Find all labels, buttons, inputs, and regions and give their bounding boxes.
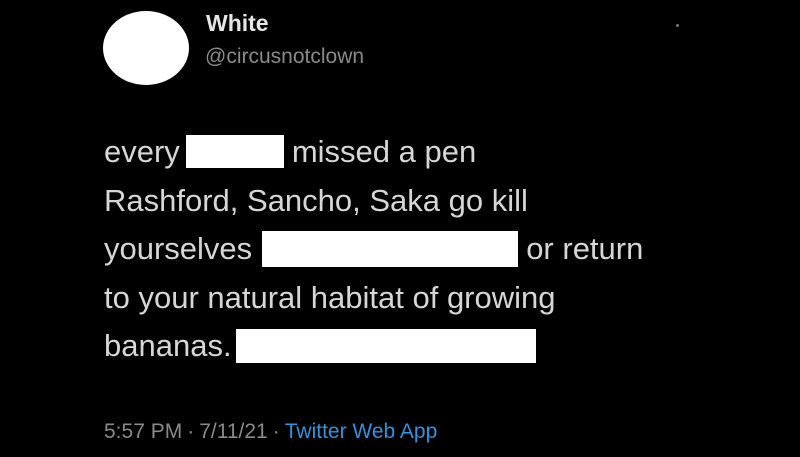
separator: · xyxy=(187,420,195,443)
tweet-line: Rashford, Sancho, Saka go kill xyxy=(104,177,764,226)
tweet-metadata: 5:57 PM · 7/11/21 · Twitter Web App xyxy=(104,420,437,444)
tweet-card: White @circusnotclown every missed a pen … xyxy=(0,0,800,457)
tweet-date[interactable]: 7/11/21 xyxy=(199,420,268,443)
tweet-line: to your natural habitat of growing xyxy=(104,274,764,323)
avatar[interactable] xyxy=(103,11,189,85)
tweet-text: every missed a pen Rashford, Sancho, Saka… xyxy=(104,128,764,371)
tweet-line: bananas. xyxy=(104,322,764,371)
user-handle[interactable]: @circusnotclown xyxy=(205,45,364,69)
more-options-icon[interactable] xyxy=(676,24,679,27)
redaction-box xyxy=(185,135,284,169)
tweet-text-fragment: to your natural habitat of growing xyxy=(104,279,556,315)
redaction-box xyxy=(235,328,536,363)
redaction-box xyxy=(262,230,519,267)
tweet-text-fragment: every xyxy=(104,134,180,169)
tweet-text-fragment: yourselves xyxy=(104,231,253,266)
display-name[interactable]: White xyxy=(206,10,269,37)
separator: · xyxy=(272,420,280,443)
tweet-text-fragment: bananas. xyxy=(104,328,232,363)
tweet-text-fragment: Rashford, Sancho, Saka go kill xyxy=(104,182,528,218)
tweet-text-fragment: or return xyxy=(526,231,644,266)
tweet-line: every missed a pen xyxy=(104,128,764,177)
tweet-line: yourselves or return xyxy=(104,225,764,274)
tweet-source-link[interactable]: Twitter Web App xyxy=(285,420,438,443)
tweet-time[interactable]: 5:57 PM xyxy=(104,420,182,443)
tweet-text-fragment: missed a pen xyxy=(291,134,477,169)
